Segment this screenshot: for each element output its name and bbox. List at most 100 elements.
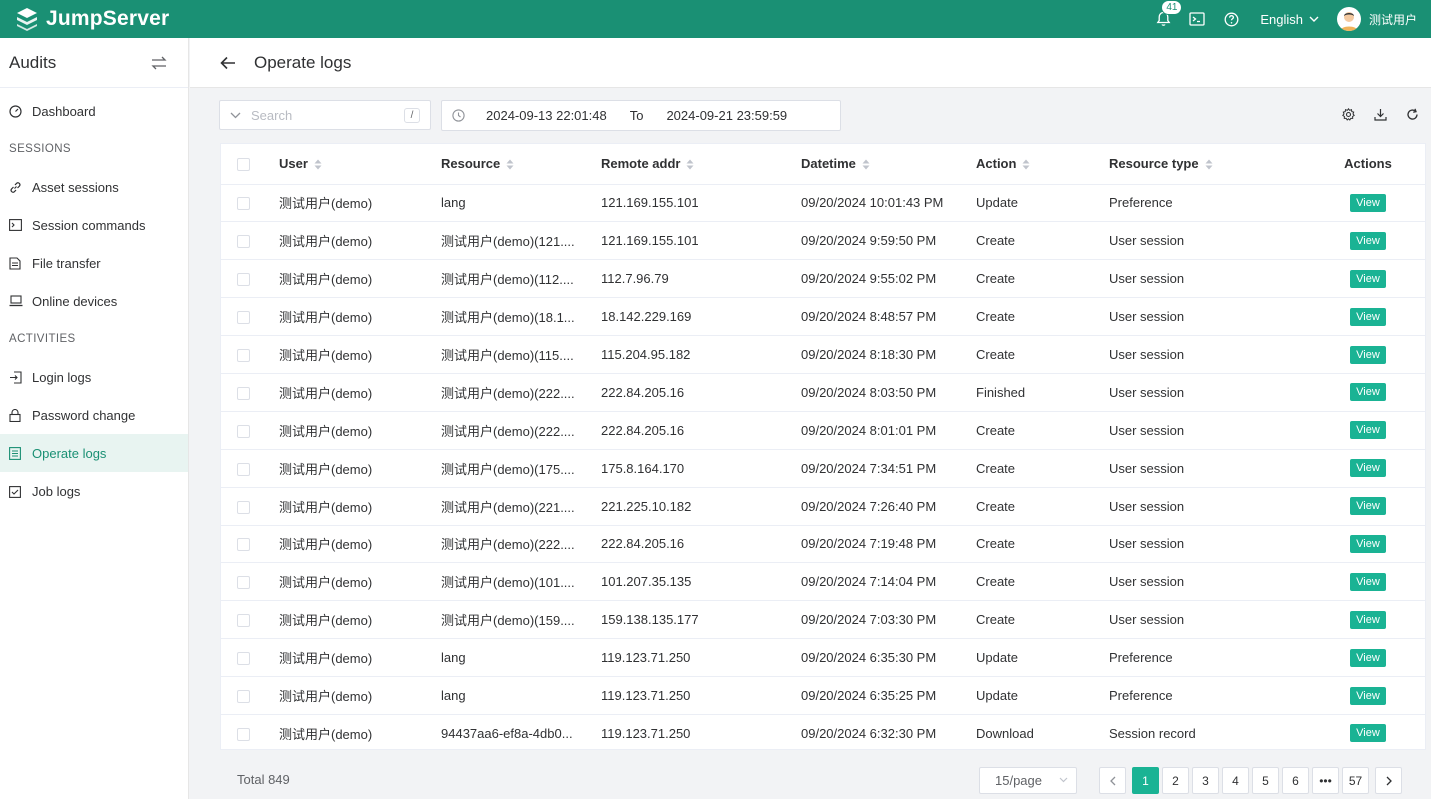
row-checkbox[interactable] <box>237 197 250 211</box>
sort-icon[interactable] <box>506 159 514 170</box>
row-checkbox[interactable] <box>237 614 250 628</box>
view-button[interactable]: View <box>1350 421 1386 440</box>
row-select-cell <box>221 411 279 450</box>
row-checkbox[interactable] <box>237 235 250 249</box>
column-header-resource[interactable]: Resource <box>441 144 601 185</box>
date-end[interactable]: 2024-09-21 23:59:59 <box>666 108 787 123</box>
row-checkbox[interactable] <box>237 273 250 287</box>
sidebar-item-dashboard[interactable]: Dashboard <box>0 92 188 130</box>
help-icon[interactable] <box>1222 10 1240 28</box>
cell-resource: 测试用户(demo)(159.... <box>441 600 601 640</box>
row-checkbox[interactable] <box>237 538 250 552</box>
refresh-icon[interactable] <box>1404 106 1420 122</box>
row-checkbox[interactable] <box>237 311 250 325</box>
cell-resource: lang <box>441 638 601 678</box>
column-header-user[interactable]: User <box>279 144 441 185</box>
cell-resource-type: User session <box>1109 411 1309 450</box>
view-button[interactable]: View <box>1350 231 1386 250</box>
row-select-cell <box>221 184 279 223</box>
sort-icon[interactable] <box>314 159 322 170</box>
sidebar-item-login-logs[interactable]: Login logs <box>0 358 188 396</box>
view-button[interactable]: View <box>1350 610 1386 629</box>
sidebar-item-job-logs[interactable]: Job logs <box>0 472 188 510</box>
sidebar-item-online-devices[interactable]: Online devices <box>0 282 188 320</box>
sidebar-item-asset-sessions[interactable]: Asset sessions <box>0 168 188 206</box>
page-button[interactable]: 57 <box>1342 767 1369 794</box>
date-start[interactable]: 2024-09-13 22:01:48 <box>486 108 607 123</box>
cell-action: Create <box>976 525 1109 564</box>
language-selector[interactable]: English <box>1260 12 1319 27</box>
view-button[interactable]: View <box>1350 648 1386 667</box>
cell-resource: 测试用户(demo)(221.... <box>441 487 601 526</box>
terminal-icon <box>9 218 23 232</box>
cell-user: 测试用户(demo) <box>279 600 441 640</box>
cell-user: 测试用户(demo) <box>279 449 441 488</box>
search-bar[interactable]: / <box>219 100 431 130</box>
page-button[interactable]: 1 <box>1132 767 1159 794</box>
sort-icon[interactable] <box>862 159 870 170</box>
sort-icon[interactable] <box>1205 159 1213 170</box>
row-checkbox[interactable] <box>237 349 250 363</box>
sidebar-title: Audits <box>9 52 57 72</box>
row-checkbox[interactable] <box>237 727 250 741</box>
chevron-right-icon <box>1386 776 1392 785</box>
app-logo[interactable]: JumpServer <box>14 6 169 32</box>
cell-resource: 94437aa6-ef8a-4db0... <box>441 714 601 749</box>
settings-gear-icon[interactable] <box>1340 106 1356 122</box>
cell-resource-type: Preference <box>1109 184 1309 223</box>
column-header-datetime[interactable]: Datetime <box>801 144 976 185</box>
chevron-down-icon[interactable] <box>230 112 241 119</box>
view-button[interactable]: View <box>1350 345 1386 364</box>
view-button[interactable]: View <box>1350 459 1386 478</box>
page-button[interactable]: 5 <box>1252 767 1279 794</box>
column-header-action[interactable]: Action <box>976 144 1109 185</box>
page-button[interactable]: 2 <box>1162 767 1189 794</box>
view-button[interactable]: View <box>1350 383 1386 402</box>
row-checkbox[interactable] <box>237 462 250 476</box>
sort-icon[interactable] <box>686 159 694 170</box>
cell-user: 测试用户(demo) <box>279 562 441 602</box>
view-button[interactable]: View <box>1350 686 1386 705</box>
view-button[interactable]: View <box>1350 193 1386 212</box>
row-checkbox[interactable] <box>237 500 250 514</box>
row-checkbox[interactable] <box>237 576 250 590</box>
sidebar-item-operate-logs[interactable]: Operate logs <box>0 434 188 472</box>
back-arrow-icon[interactable] <box>220 54 238 72</box>
row-checkbox[interactable] <box>237 386 250 400</box>
view-button[interactable]: View <box>1350 534 1386 553</box>
next-page-button[interactable] <box>1375 767 1402 794</box>
cell-resource: 测试用户(demo)(222.... <box>441 411 601 450</box>
sidebar-item-session-commands[interactable]: Session commands <box>0 206 188 244</box>
row-checkbox[interactable] <box>237 424 250 438</box>
sidebar-item-file-transfer[interactable]: File transfer <box>0 244 188 282</box>
prev-page-button[interactable] <box>1099 767 1126 794</box>
search-input[interactable] <box>251 107 401 123</box>
page-button[interactable]: 4 <box>1222 767 1249 794</box>
column-header-remote-addr[interactable]: Remote addr <box>601 144 801 185</box>
page-button[interactable]: 6 <box>1282 767 1309 794</box>
page-button[interactable]: 3 <box>1192 767 1219 794</box>
cell-resource-type: User session <box>1109 259 1309 299</box>
cell-actions: View <box>1309 676 1425 715</box>
view-button[interactable]: View <box>1350 269 1386 288</box>
select-all-checkbox[interactable] <box>237 158 250 172</box>
jumpserver-logo-icon <box>17 8 37 31</box>
cell-user: 测试用户(demo) <box>279 335 441 374</box>
download-icon[interactable] <box>1372 106 1388 122</box>
row-checkbox[interactable] <box>237 690 250 704</box>
user-menu[interactable]: 测试用户 <box>1336 7 1417 31</box>
more-pages-button[interactable]: ••• <box>1312 767 1339 794</box>
view-button[interactable]: View <box>1350 307 1386 326</box>
switch-view-icon[interactable] <box>151 56 167 70</box>
page-size-select[interactable]: 15/page <box>979 767 1077 794</box>
view-button[interactable]: View <box>1350 497 1386 516</box>
sidebar-item-password-change[interactable]: Password change <box>0 396 188 434</box>
column-header-resource-type[interactable]: Resource type <box>1109 144 1309 185</box>
view-button[interactable]: View <box>1350 572 1386 591</box>
notification-bell-icon[interactable]: 41 <box>1154 0 1183 28</box>
row-checkbox[interactable] <box>237 652 250 666</box>
web-terminal-icon[interactable] <box>1188 10 1206 28</box>
date-range-picker[interactable]: 2024-09-13 22:01:48 To 2024-09-21 23:59:… <box>441 100 841 131</box>
sort-icon[interactable] <box>1022 159 1030 170</box>
view-button[interactable]: View <box>1350 724 1386 743</box>
